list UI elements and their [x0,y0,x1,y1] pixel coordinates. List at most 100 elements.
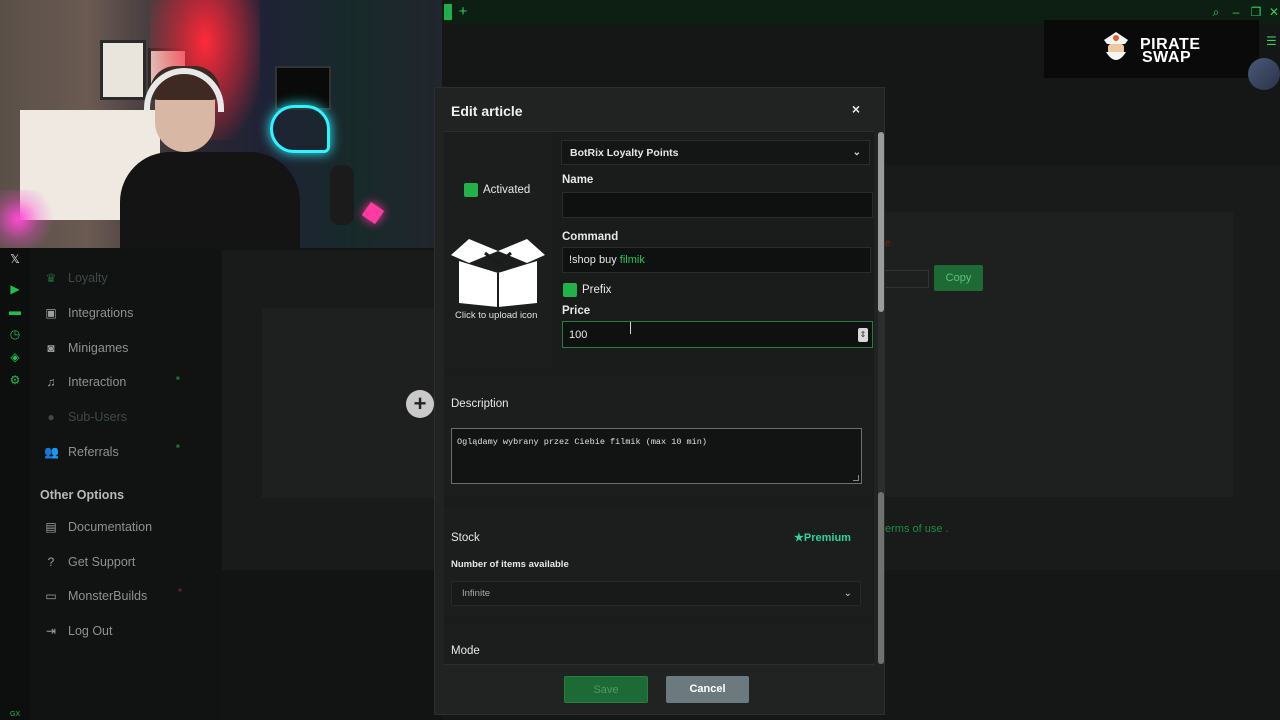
error-text: e. [885,238,894,249]
activated-label: Activated [483,184,531,196]
description-textarea[interactable]: Oglądamy wybrany przez Ciebie filmik (ma… [451,428,862,484]
users-icon: 👥 [44,445,59,459]
rail-label-icon: GX [9,711,21,718]
gamepad-icon: ◙ [47,341,55,355]
sidebar-item-integrations[interactable]: ▣ Integrations [44,303,133,323]
description-label: Description [451,398,509,410]
sidebar-item-sub-users[interactable]: ● Sub-Users [44,407,127,427]
currency-select[interactable]: BotRix Loyalty Points ⌄ [561,140,870,165]
star-icon: ★ [794,532,804,544]
divider [444,664,874,665]
hot-badge-icon: ■ [178,588,182,594]
sidebar-item-label: Get Support [68,555,136,569]
premium-badge[interactable]: ★Premium [794,531,851,544]
sidebar-item-interaction[interactable]: ♫ Interaction [44,372,127,392]
clock-icon[interactable]: ◷ [8,327,22,341]
trophy-icon: ♛ [45,271,57,285]
sidebar-item-label: MonsterBuilds [68,589,148,603]
box-icon[interactable] [449,233,547,309]
stock-label: Stock [451,532,480,544]
resize-grip-icon[interactable] [853,475,859,481]
sidebar-item-get-support[interactable]: ? Get Support [44,552,136,572]
play-icon[interactable]: ▶ [8,282,22,296]
content-card [885,212,1233,497]
copy-button[interactable]: Copy [934,265,983,291]
sidebar: ♛ Loyalty ▣ Integrations ◙ Minigames ♫ I… [30,248,220,720]
pink-light-image [361,201,385,225]
card-icon[interactable]: ▬ [8,304,22,318]
price-input[interactable]: 100 ⇕ [562,321,873,348]
link-input[interactable] [885,270,929,288]
sidebar-item-label: Integrations [68,306,134,320]
stock-sub-label: Number of items available [451,559,569,570]
maximize-icon[interactable]: ❐ [1249,5,1263,19]
price-label: Price [562,305,591,317]
new-tab-button[interactable]: + [456,4,470,20]
microphone-image [330,165,354,225]
activated-checkbox[interactable] [464,183,478,197]
terms-link[interactable]: erms of use . [885,523,949,535]
sidebar-item-label: Log Out [68,624,113,638]
modal-scrollbar[interactable] [878,132,884,664]
webcam-overlay [0,0,442,248]
avatar[interactable] [1248,58,1280,90]
text-cursor-icon [630,322,634,334]
sidebar-item-label: Loyalty [68,271,108,285]
puzzle-icon: ▣ [45,306,57,320]
minimize-icon[interactable]: – [1229,5,1243,19]
mode-section [444,625,872,665]
upload-icon-label[interactable]: Click to upload icon [455,310,537,321]
sidebar-item-label: Documentation [68,520,153,534]
app-root: + ⌕ – ❐ ✕ PIRATE SWAP ☰ e. Copy erms of … [0,0,1280,720]
name-label: Name [562,174,594,186]
left-rail: 𝕏 ▶ ▬ ◷ ◈ ⚙ GX [0,248,30,720]
sidebar-item-referrals[interactable]: 👥 Referrals [44,442,119,462]
pirate-logo-icon [1104,32,1128,60]
search-icon[interactable]: ⌕ [1209,5,1223,19]
chevron-down-icon: ⌄ [852,147,861,158]
x-icon[interactable]: 𝕏 [8,252,22,266]
prefix-checkbox[interactable] [563,283,577,297]
cancel-button[interactable]: Cancel [666,676,749,703]
sidebar-item-label: Referrals [68,445,119,459]
prefix-label: Prefix [582,284,612,296]
settings-icon[interactable]: ⚙ [8,373,22,387]
sidebar-item-minigames[interactable]: ◙ Minigames [44,338,128,358]
currency-select-value: BotRix Loyalty Points [570,147,679,159]
mode-label: Mode [451,645,480,657]
book-icon: ▤ [45,520,57,534]
stock-select-value: Infinite [462,588,490,599]
scrollbar-thumb[interactable] [878,132,884,312]
premium-label: Premium [803,532,851,544]
price-value: 100 [569,329,588,341]
chevron-down-icon: ⌄ [843,588,852,599]
command-label: Command [562,231,619,243]
logout-icon: ⇥ [45,624,57,638]
sidebar-item-documentation[interactable]: ▤ Documentation [44,517,152,537]
command-prefix: !shop buy [569,254,617,266]
stock-select[interactable]: Infinite ⌄ [451,581,861,606]
add-circle-icon[interactable]: + [406,390,434,418]
sidebar-item-log-out[interactable]: ⇥ Log Out [44,621,113,641]
new-badge-icon: ■ [176,376,180,382]
user-icon: ● [47,410,55,424]
command-input[interactable]: !shop buy filmik [562,247,871,273]
active-tab[interactable] [444,4,452,20]
sidebar-item-loyalty[interactable]: ♛ Loyalty [44,268,108,288]
scrollbar-track-lower [878,492,884,664]
name-input[interactable] [562,192,873,218]
modal-title: Edit article [451,103,523,119]
close-icon[interactable]: × [849,102,863,116]
sidebar-item-monsterbuilds[interactable]: ▭ MonsterBuilds [44,586,147,606]
help-icon: ? [47,555,55,569]
pink-lamp-image [0,190,60,248]
close-window-icon[interactable]: ✕ [1267,5,1280,19]
other-options-heading: Other Options [40,488,125,502]
stepper-icon[interactable]: ⇕ [858,328,868,342]
chat-icon[interactable]: ◈ [8,350,22,364]
logo-text: PIRATE SWAP [1140,36,1201,66]
save-button[interactable]: Save [564,676,648,703]
beta-badge-icon: ■ [176,444,180,450]
sidebar-item-label: Minigames [68,341,129,355]
menu-icon[interactable]: ☰ [1266,34,1278,48]
